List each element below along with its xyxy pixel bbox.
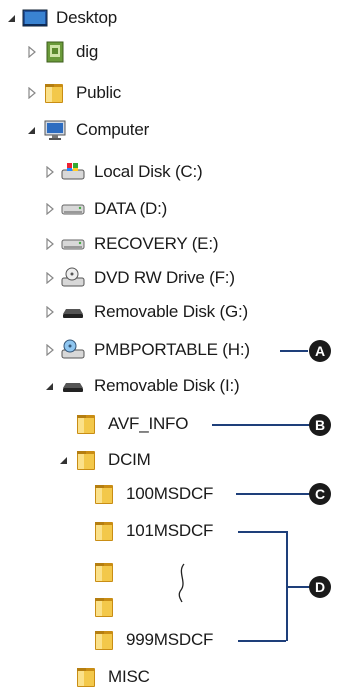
tree-item-label: Removable Disk (G:) (94, 302, 248, 321)
callout-b-leader (212, 424, 310, 426)
callout-c-badge: C (309, 483, 331, 505)
expand-arrow-icon[interactable] (44, 271, 56, 285)
folder-icon (92, 519, 118, 543)
tree-item-folder[interactable] (92, 593, 126, 621)
callout-a-badge: A (309, 340, 331, 362)
tree-item-computer[interactable]: Computer (26, 116, 149, 144)
expand-arrow-icon[interactable] (44, 343, 56, 357)
tree-item-label: DATA (D:) (94, 199, 168, 218)
dvd-drive-icon (60, 266, 86, 290)
tree-item-label: Computer (76, 120, 150, 139)
hard-drive-icon (60, 232, 86, 256)
folder-icon (42, 81, 68, 105)
hard-drive-icon (60, 197, 86, 221)
ellipsis-squiggle (178, 563, 185, 603)
tree-item-removable-i[interactable]: Removable Disk (I:) (44, 372, 240, 400)
tree-item-pmbportable-h[interactable]: PMBPORTABLE (H:) (44, 336, 250, 364)
tree-item-label: Public (76, 83, 122, 102)
folder-icon (92, 560, 118, 584)
folder-icon (74, 448, 100, 472)
tree-item-label: 999MSDCF (126, 630, 214, 649)
tree-item-avf-info[interactable]: AVF_INFO (74, 410, 188, 438)
callout-d-badge: D (309, 576, 331, 598)
callout-b-badge: B (309, 414, 331, 436)
tree-item-dvd-f[interactable]: DVD RW Drive (F:) (44, 264, 235, 292)
tree-item-label: DVD RW Drive (F:) (94, 268, 235, 287)
tree-item-data-d[interactable]: DATA (D:) (44, 195, 167, 223)
tree-item-101msdcf[interactable]: 101MSDCF (92, 517, 213, 545)
tree-item-label: RECOVERY (E:) (94, 234, 219, 253)
callout-d-leader-bottom (238, 640, 286, 642)
tree-item-label: DCIM (108, 450, 151, 469)
desktop-icon (22, 6, 48, 30)
folder-icon (74, 412, 100, 436)
folder-icon (92, 595, 118, 619)
computer-icon (42, 118, 68, 142)
expand-arrow-icon[interactable] (6, 11, 18, 25)
tree-item-recovery-e[interactable]: RECOVERY (E:) (44, 230, 219, 258)
expand-arrow-icon[interactable] (26, 86, 38, 100)
expand-arrow-icon[interactable] (26, 123, 38, 137)
folder-icon (92, 628, 118, 652)
tree-item-dig[interactable]: dig (26, 38, 98, 66)
tree-item-dcim[interactable]: DCIM (58, 446, 151, 474)
tree-item-local-disk-c[interactable]: Local Disk (C:) (44, 158, 203, 186)
expand-arrow-icon[interactable] (44, 379, 56, 393)
tree-item-folder[interactable] (92, 558, 126, 586)
tree-item-public[interactable]: Public (26, 79, 121, 107)
expand-arrow-icon[interactable] (44, 165, 56, 179)
tree-item-100msdcf[interactable]: 100MSDCF (92, 480, 213, 508)
tree-item-999msdcf[interactable]: 999MSDCF (92, 626, 213, 654)
callout-c-leader (236, 493, 310, 495)
tree-item-label: MISC (108, 667, 150, 686)
callout-d-leader-top (238, 531, 286, 533)
expand-arrow-icon[interactable] (26, 45, 38, 59)
tree-item-label: Desktop (56, 8, 117, 27)
removable-disk-icon (60, 374, 86, 398)
expand-arrow-icon[interactable] (44, 237, 56, 251)
tree-item-label: AVF_INFO (108, 414, 189, 433)
expand-arrow-icon[interactable] (44, 202, 56, 216)
tree-item-label: Local Disk (C:) (94, 162, 203, 181)
removable-disk-icon (60, 300, 86, 324)
tree-item-desktop[interactable]: Desktop (6, 4, 117, 32)
expand-arrow-icon[interactable] (44, 305, 56, 319)
tree-item-label: 100MSDCF (126, 484, 214, 503)
cd-drive-icon (60, 338, 86, 362)
tree-item-label: Removable Disk (I:) (94, 376, 240, 395)
tree-item-misc[interactable]: MISC (74, 663, 150, 691)
tree-item-label: 101MSDCF (126, 521, 214, 540)
callout-d-leader (286, 586, 310, 588)
tree-item-label: dig (76, 42, 99, 61)
folder-icon (92, 482, 118, 506)
tree-item-label: PMBPORTABLE (H:) (94, 340, 250, 359)
expand-arrow-icon[interactable] (58, 453, 70, 467)
user-folder-icon (42, 40, 68, 64)
folder-icon (74, 665, 100, 689)
system-drive-icon (60, 160, 86, 184)
callout-a-leader (280, 350, 308, 352)
tree-item-removable-g[interactable]: Removable Disk (G:) (44, 298, 248, 326)
